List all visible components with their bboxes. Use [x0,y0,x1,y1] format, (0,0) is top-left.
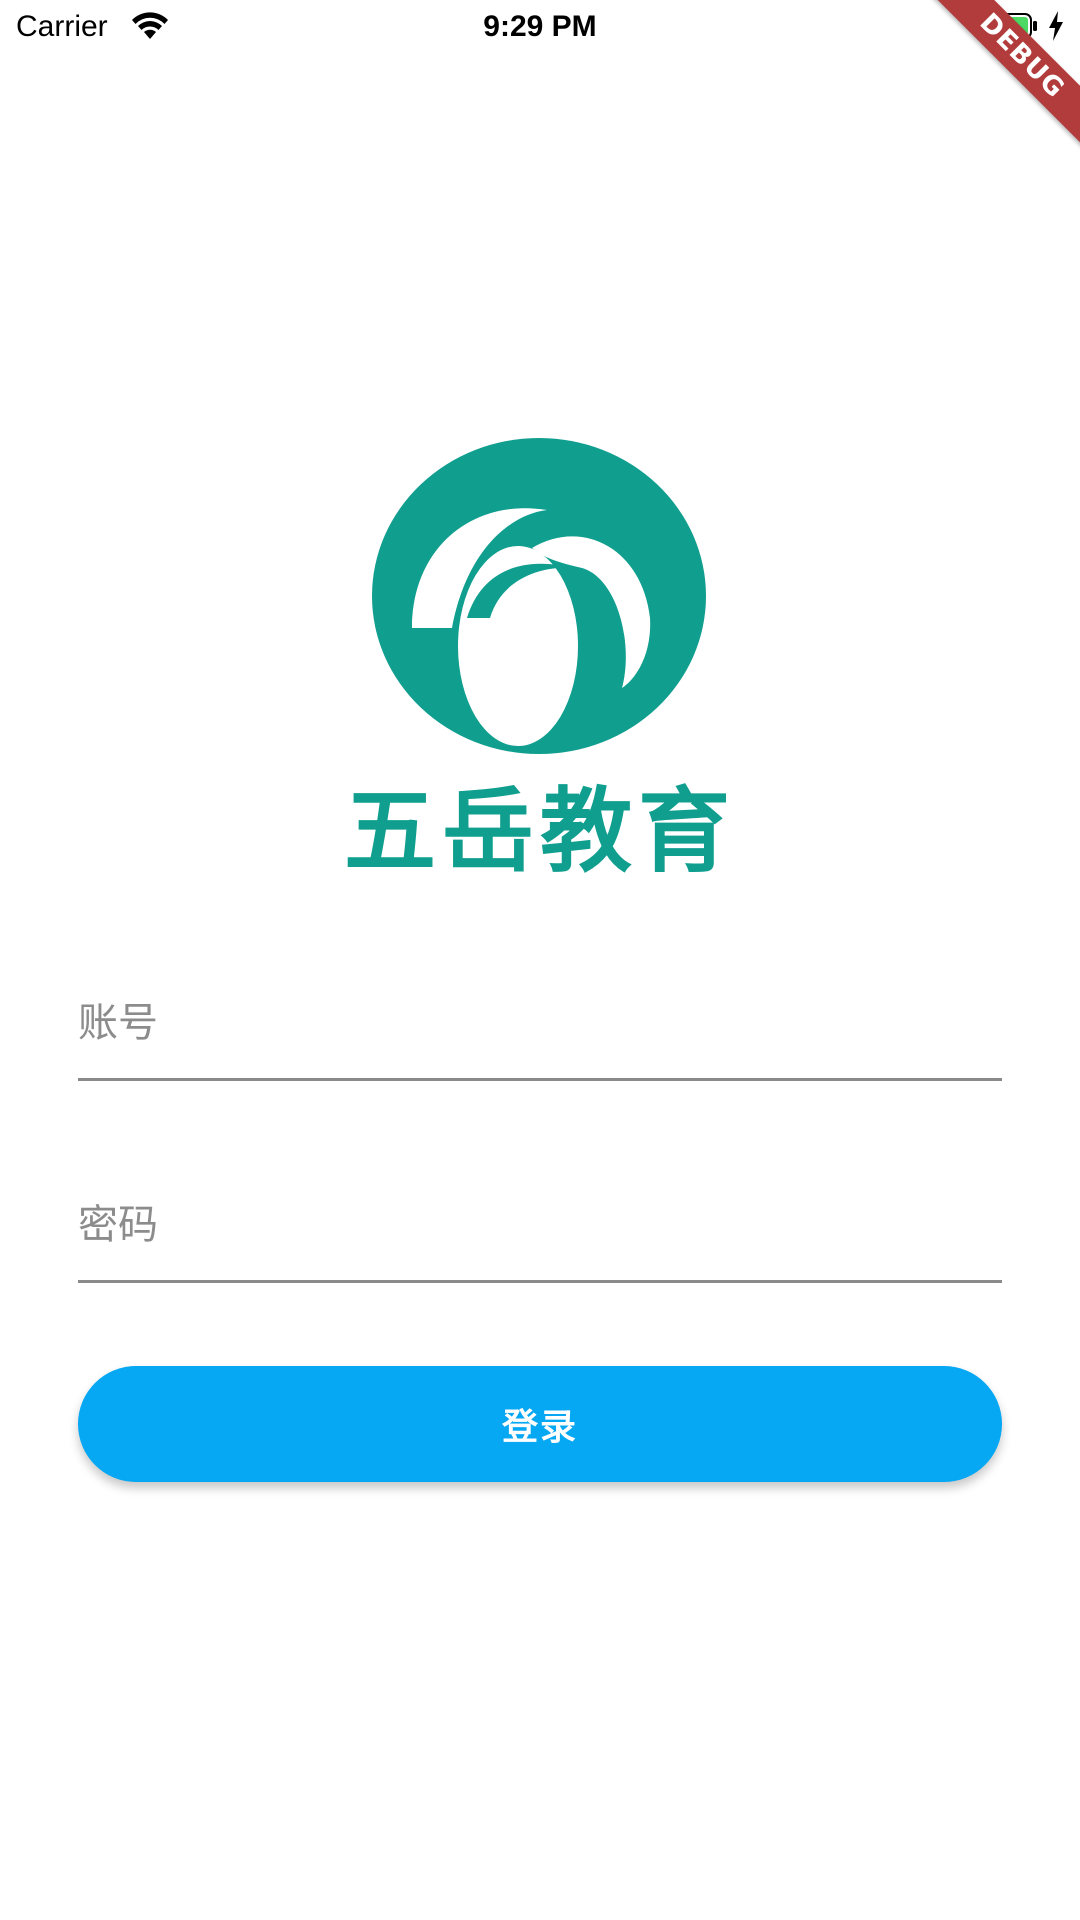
status-time: 9:29 PM [483,10,597,43]
account-input[interactable] [78,968,1002,1078]
password-input[interactable] [78,1170,1002,1280]
login-button[interactable]: 登录 [78,1366,1002,1482]
charging-bolt-icon [1049,11,1063,41]
status-bar: Carrier 9:29 PM [0,0,1080,56]
brand-name: 五岳教育 [343,777,736,885]
password-field[interactable] [78,1170,1002,1283]
account-field[interactable] [78,968,1002,1081]
wuyue-logo-icon [372,438,706,754]
